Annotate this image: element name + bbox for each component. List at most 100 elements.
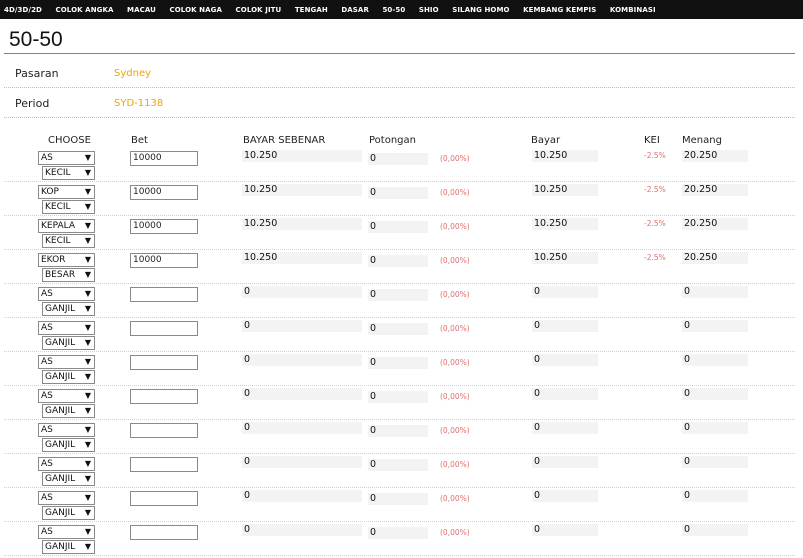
nav-shio[interactable]: SHIO (419, 6, 439, 14)
bet-input[interactable]: 10000 (130, 151, 198, 166)
nav-50-50[interactable]: 50-50 (382, 6, 405, 14)
option-select[interactable]: KECIL ▼ (42, 234, 95, 248)
option-select[interactable]: GANJIL ▼ (42, 370, 95, 384)
bayar-value: 0 (532, 320, 598, 332)
option-select[interactable]: GANJIL ▼ (42, 336, 95, 350)
choose-select[interactable]: AS ▼ (38, 389, 95, 403)
bet-input[interactable] (130, 423, 198, 438)
table-row: AS ▼ GANJIL ▼ 0 0 (0,00%) 0 0 (4, 522, 795, 556)
option-select[interactable]: GANJIL ▼ (42, 302, 95, 316)
option-select[interactable]: BESAR ▼ (42, 268, 95, 282)
nav-dasar[interactable]: DASAR (341, 6, 369, 14)
nav-colok-naga[interactable]: COLOK NAGA (169, 6, 222, 14)
bet-input[interactable] (130, 321, 198, 336)
option-select-value: GANJIL (45, 372, 76, 382)
pasaran-label: Pasaran (15, 67, 59, 80)
bayar-sebenar-value: 10.250 (242, 252, 362, 264)
choose-select[interactable]: AS ▼ (38, 287, 95, 301)
bayar-value: 10.250 (532, 252, 598, 264)
nav-kombinasi[interactable]: KOMBINASI (610, 6, 656, 14)
table-row: AS ▼ GANJIL ▼ 0 0 (0,00%) 0 0 (4, 284, 795, 318)
option-select-value: GANJIL (45, 542, 76, 552)
choose-select[interactable]: AS ▼ (38, 321, 95, 335)
dropdown-arrow-icon: ▼ (84, 372, 91, 381)
pasaran-value: Sydney (114, 68, 152, 79)
option-select[interactable]: GANJIL ▼ (42, 404, 95, 418)
potongan-percent: (0,00%) (440, 392, 470, 401)
choose-select[interactable]: EKOR ▼ (38, 253, 95, 267)
option-select[interactable]: GANJIL ▼ (42, 506, 95, 520)
choose-select[interactable]: AS ▼ (38, 491, 95, 505)
nav-colok-jitu[interactable]: COLOK JITU (236, 6, 282, 14)
dropdown-arrow-icon: ▼ (84, 406, 91, 415)
choose-select-value: KOP (41, 187, 59, 197)
choose-select[interactable]: AS ▼ (38, 457, 95, 471)
potongan-percent: (0,00%) (440, 154, 470, 163)
nav-kembang-kempis[interactable]: KEMBANG KEMPIS (523, 6, 596, 14)
choose-select[interactable]: AS ▼ (38, 355, 95, 369)
bayar-value: 0 (532, 388, 598, 400)
dropdown-arrow-icon: ▼ (84, 527, 91, 536)
potongan-percent: (0,00%) (440, 460, 470, 469)
potongan-value: 0 (368, 323, 428, 335)
potongan-value: 0 (368, 221, 428, 233)
menang-value: 20.250 (682, 218, 748, 230)
potongan-value: 0 (368, 153, 428, 165)
potongan-percent: (0,00%) (440, 426, 470, 435)
option-select[interactable]: KECIL ▼ (42, 166, 95, 180)
choose-select[interactable]: AS ▼ (38, 423, 95, 437)
choose-select[interactable]: KOP ▼ (38, 185, 95, 199)
choose-select-value: EKOR (41, 255, 66, 265)
bet-input[interactable]: 10000 (130, 219, 198, 234)
option-select[interactable]: KECIL ▼ (42, 200, 95, 214)
column-header-bayar: Bayar (531, 135, 561, 146)
pasaran-row: Pasaran Sydney (4, 61, 795, 88)
kei-value: -2.5% (644, 151, 666, 160)
nav-tengah[interactable]: TENGAH (295, 6, 328, 14)
dropdown-arrow-icon: ▼ (84, 440, 91, 449)
option-select[interactable]: GANJIL ▼ (42, 540, 95, 554)
menang-value: 20.250 (682, 252, 748, 264)
bet-input[interactable] (130, 457, 198, 472)
period-value: SYD-1138 (114, 98, 164, 109)
bet-input[interactable] (130, 389, 198, 404)
menang-value: 0 (682, 286, 748, 298)
menang-value: 0 (682, 456, 748, 468)
choose-select[interactable]: KEPALA ▼ (38, 219, 95, 233)
potongan-percent: (0,00%) (440, 324, 470, 333)
dropdown-arrow-icon: ▼ (84, 255, 91, 264)
bayar-sebenar-value: 0 (242, 422, 362, 434)
bayar-sebenar-value: 10.250 (242, 184, 362, 196)
option-select[interactable]: GANJIL ▼ (42, 472, 95, 486)
nav-4d-3d-2d[interactable]: 4D/3D/2D (4, 6, 42, 14)
dropdown-arrow-icon: ▼ (84, 168, 91, 177)
choose-select[interactable]: AS ▼ (38, 151, 95, 165)
bet-input[interactable] (130, 525, 198, 540)
menang-value: 0 (682, 320, 748, 332)
choose-select-value: AS (41, 357, 53, 367)
menang-value: 0 (682, 388, 748, 400)
menang-value: 20.250 (682, 184, 748, 196)
table-row: EKOR ▼ BESAR ▼ 10000 10.250 0 (0,00%) 10.250 -2.5… (4, 250, 795, 284)
bayar-value: 0 (532, 286, 598, 298)
nav-silang-homo[interactable]: SILANG HOMO (452, 6, 509, 14)
bayar-sebenar-value: 0 (242, 286, 362, 298)
bet-input[interactable]: 10000 (130, 253, 198, 268)
bet-input[interactable]: 10000 (130, 185, 198, 200)
potongan-value: 0 (368, 357, 428, 369)
column-header-choose: CHOOSE (48, 135, 91, 146)
nav-macau[interactable]: MACAU (127, 6, 156, 14)
dropdown-arrow-icon: ▼ (84, 304, 91, 313)
dropdown-arrow-icon: ▼ (84, 493, 91, 502)
table-row: KOP ▼ KECIL ▼ 10000 10.250 0 (0,00%) 10.250 -2.5%… (4, 182, 795, 216)
nav-colok-angka[interactable]: COLOK ANGKA (55, 6, 113, 14)
bet-input[interactable] (130, 287, 198, 302)
bet-input[interactable] (130, 491, 198, 506)
potongan-percent: (0,00%) (440, 256, 470, 265)
column-header-menang: Menang (682, 135, 722, 146)
menang-value: 0 (682, 354, 748, 366)
choose-select[interactable]: AS ▼ (38, 525, 95, 539)
option-select[interactable]: GANJIL ▼ (42, 438, 95, 452)
bet-input[interactable] (130, 355, 198, 370)
bayar-sebenar-value: 0 (242, 524, 362, 536)
